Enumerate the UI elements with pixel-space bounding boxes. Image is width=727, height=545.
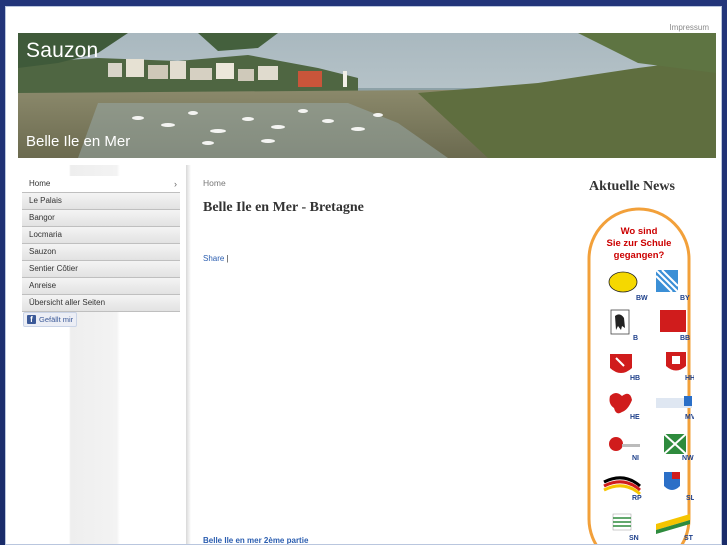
nav-item-bangor[interactable]: Bangor <box>22 210 180 227</box>
state-code-rp: RP <box>632 495 642 502</box>
state-code-nw: NW <box>682 455 694 462</box>
article-link[interactable]: Belle Ile en mer 2ème partie <box>203 536 308 544</box>
bb-crest-icon <box>660 310 686 332</box>
ad-line2: Sie zur Schule <box>607 238 672 249</box>
state-code-he: HE <box>630 414 640 421</box>
page-frame: Impressum Sauzon Belle Ile en Mer Home ›… <box>5 6 722 545</box>
header-banner: Sauzon Belle Ile en Mer <box>18 33 716 158</box>
nav-item-le-palais[interactable]: Le Palais <box>22 193 180 210</box>
state-code-sl: SL <box>686 495 694 502</box>
share-row: Share | <box>203 254 229 263</box>
school-ad-banner[interactable]: Wo sind Sie zur Schule gegangen? BW BY B… <box>586 206 696 544</box>
nav-item-label: Anreise <box>29 281 57 290</box>
nav-item-sentier-cotier[interactable]: Sentier Côtier <box>22 261 180 278</box>
state-code-bw: BW <box>636 295 648 302</box>
chevron-right-icon: › <box>174 179 177 189</box>
page-heading: Belle Ile en Mer - Bretagne <box>203 200 364 215</box>
nav-item-label: Home <box>29 179 51 188</box>
ad-graphic: Wo sind Sie zur Schule gegangen? BW BY B… <box>587 207 696 544</box>
facebook-icon: f <box>27 315 36 324</box>
nav-item-anreise[interactable]: Anreise <box>22 278 180 295</box>
impressum-link[interactable]: Impressum <box>669 23 709 32</box>
breadcrumb[interactable]: Home <box>203 178 226 188</box>
ni-crest-icon <box>609 437 623 451</box>
facebook-like-label: Gefällt mir <box>39 315 74 324</box>
nav-item-home[interactable]: Home › <box>22 176 180 193</box>
state-code-by: BY <box>680 295 690 302</box>
state-code-st: ST <box>684 535 694 542</box>
nav-item-locmaria[interactable]: Locmaria <box>22 227 180 244</box>
nav-item-label: Bangor <box>29 213 55 222</box>
site-title[interactable]: Sauzon <box>26 39 98 63</box>
ad-line3: gegangen? <box>614 250 665 261</box>
state-code-b: B <box>633 335 638 342</box>
state-code-ni: NI <box>632 455 639 462</box>
ad-line1: Wo sind <box>621 226 658 237</box>
sidebar-nav: Home › Le Palais Bangor Locmaria Sauzon … <box>22 176 180 312</box>
site-subtitle: Belle Ile en Mer <box>26 133 131 150</box>
state-code-sn: SN <box>629 535 639 542</box>
nav-item-sitemap[interactable]: Übersicht aller Seiten <box>22 295 180 312</box>
news-title: Aktuelle News <box>589 179 675 194</box>
state-code-hb: HB <box>630 375 640 382</box>
nav-item-label: Übersicht aller Seiten <box>29 298 106 307</box>
state-code-hh: HH <box>685 375 694 382</box>
state-code-bb: BB <box>680 335 690 342</box>
nav-item-label: Le Palais <box>29 196 62 205</box>
nav-item-label: Locmaria <box>29 230 62 239</box>
facebook-like-button[interactable]: f Gefällt mir <box>23 312 78 327</box>
share-separator: | <box>226 254 229 263</box>
nav-item-label: Sauzon <box>29 247 57 256</box>
nav-item-sauzon[interactable]: Sauzon <box>22 244 180 261</box>
share-link[interactable]: Share <box>203 254 224 263</box>
nav-item-label: Sentier Côtier <box>29 264 78 273</box>
column-divider <box>186 165 191 544</box>
bw-crest-icon <box>608 271 638 293</box>
state-code-mv: MV <box>685 414 694 421</box>
